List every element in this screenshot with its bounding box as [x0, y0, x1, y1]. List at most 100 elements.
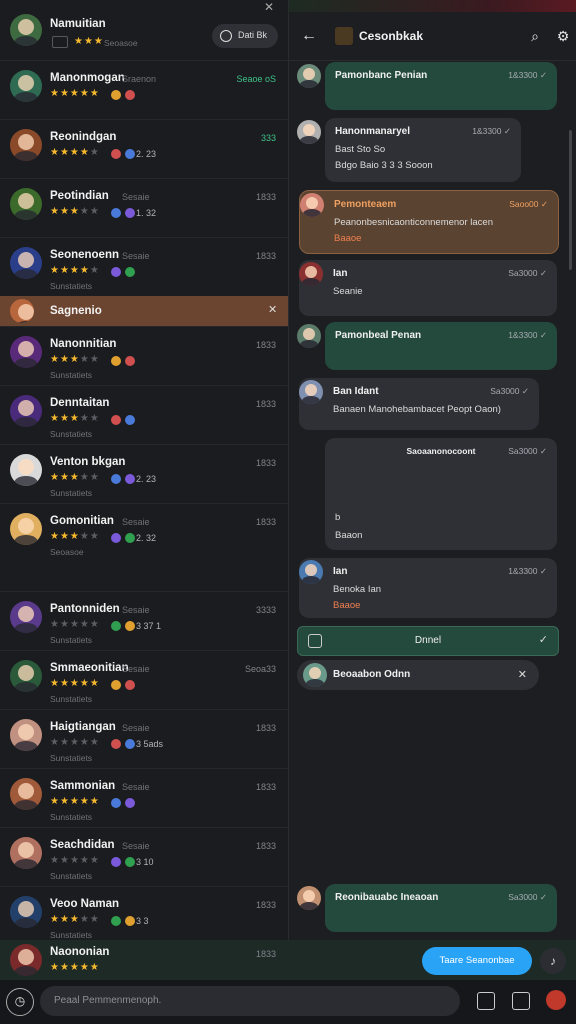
search-icon[interactable]: ⌕	[523, 24, 547, 48]
attach-icon[interactable]	[477, 992, 495, 1010]
avatar[interactable]	[297, 324, 321, 348]
avatar[interactable]	[10, 837, 42, 869]
avatar[interactable]	[299, 560, 323, 584]
emoji-icon	[125, 798, 135, 808]
contact-row[interactable]: Sagnenio ✕	[0, 296, 288, 327]
status-pill[interactable]: Dati Bk	[212, 24, 278, 48]
contact-row[interactable]: Seonenoenn Sesaie 1833 ★★★★★ Sunstatiets	[0, 237, 288, 297]
contact-meta: Sraenon	[122, 74, 157, 84]
message-bubble[interactable]: Ian 1&3300 ✓ Benoka Ian Baaoe	[299, 558, 557, 618]
contact-name: Pantonniden	[50, 603, 120, 615]
message-time: Sa3000 ✓	[490, 386, 529, 396]
message-input[interactable]: Peaal Pemmenmenoph.	[40, 986, 460, 1016]
avatar[interactable]	[10, 129, 42, 161]
message-time: Sa3000 ✓	[508, 268, 547, 278]
message-sender: Reonibauabc Ineaoan	[335, 892, 439, 903]
avatar[interactable]	[297, 64, 321, 88]
sticker-icon[interactable]	[546, 990, 566, 1010]
contact-score: 1. 32	[136, 208, 157, 218]
timer-icon[interactable]: ◷	[6, 988, 34, 1016]
avatar[interactable]	[299, 262, 323, 286]
chat-title[interactable]: Cesonbkak	[359, 29, 423, 43]
message-bubble[interactable]: Reonibauabc Ineaoan Sa3000 ✓	[297, 884, 557, 932]
current-contact-name: Naononian	[50, 946, 110, 958]
message-text: b	[335, 512, 341, 523]
contact-time: 333	[260, 133, 276, 143]
contact-row[interactable]: Venton bkgan 1833 ★★★★★ 2. 23 Sunstatiets	[0, 444, 288, 504]
message-text: Baaon	[335, 530, 363, 541]
contact-row[interactable]: Veoo Naman 1833 ★★★★★ 3 3 Sunstatiets	[0, 886, 288, 946]
avatar[interactable]	[303, 663, 327, 687]
avatar[interactable]	[10, 247, 42, 279]
contact-subtitle: Sunstatiets	[50, 429, 93, 439]
contact-row[interactable]: Sammonian Sesaie 1833 ★★★★★ Sunstatiets	[0, 768, 288, 828]
contact-row[interactable]: Denntaitan 1833 ★★★★★ Sunstatiets	[0, 385, 288, 445]
profile-name: Namuitian	[50, 18, 106, 30]
emoji-icon	[125, 356, 135, 366]
mic-icon[interactable]: ♪	[540, 948, 566, 974]
avatar[interactable]	[297, 886, 321, 910]
contact-row[interactable]: Smmaeonitian Sesaie Seoa33 ★★★★★ Sunstatiets	[0, 650, 288, 710]
message-text: Banaen Manohebambacet Peopt Oaon)	[333, 404, 501, 415]
avatar[interactable]	[10, 513, 42, 545]
emoji-icon	[111, 208, 121, 218]
contact-rating: ★★★★★	[50, 855, 100, 866]
avatar[interactable]	[10, 395, 42, 427]
contact-meta: Sesaie	[122, 517, 150, 527]
message-time: 1&3300 ✓	[472, 126, 511, 136]
contact-row[interactable]: Nanonnitian 1833 ★★★★★ Sunstatiets	[0, 326, 288, 386]
contact-row[interactable]: Gomonitian Sesaie 1833 ★★★★★ 2. 32 Seoasoe	[0, 503, 288, 592]
contact-rating: ★★★★★	[50, 619, 100, 630]
contact-row[interactable]: Manonmogan Sraenon Seaoe oS ★★★★★	[0, 60, 288, 120]
contact-name: Seonenoenn	[50, 249, 120, 261]
close-icon[interactable]: ✕	[268, 303, 277, 316]
message-bubble[interactable]: Pamonbeal Penan 1&3300 ✓	[297, 322, 557, 370]
avatar[interactable]	[10, 336, 42, 368]
contact-subtitle: Sunstatiets	[50, 753, 93, 763]
message-text: Baaoe	[334, 233, 362, 244]
avatar[interactable]	[297, 120, 321, 144]
avatar[interactable]	[10, 601, 42, 633]
contact-row[interactable]: Seachdidan Sesaie 1833 ★★★★★ 3 10 Sunstatiets	[0, 827, 288, 887]
avatar[interactable]	[10, 719, 42, 751]
check-icon[interactable]: ✓	[539, 633, 548, 646]
message-bubble[interactable]: Ban Idant Sa3000 ✓ Banaen Manohebambacet P…	[299, 378, 539, 430]
contact-rating: ★★★★★	[50, 472, 100, 483]
contact-meta: Sesaie	[122, 782, 150, 792]
action-button[interactable]: Taare Seanonbae	[422, 947, 532, 975]
avatar[interactable]	[10, 188, 42, 220]
close-icon[interactable]: ✕	[518, 668, 527, 681]
avatar[interactable]	[10, 660, 42, 692]
profile-rating: ★★★	[74, 36, 104, 47]
contact-row[interactable]: Reonindgan 333 ★★★★★ 2. 23	[0, 119, 288, 179]
message-bubble[interactable]: Ian Sa3000 ✓ Seanie	[299, 260, 557, 316]
back-arrow-icon[interactable]: ←	[297, 24, 321, 48]
emoji-icon	[125, 533, 135, 543]
avatar[interactable]	[10, 778, 42, 810]
image-icon[interactable]	[512, 992, 530, 1010]
scrollbar[interactable]	[569, 130, 572, 270]
message-bubble[interactable]: Beoaabon Odnn ✕	[297, 660, 539, 690]
message-sender: Ban Idant	[333, 386, 379, 397]
message-bubble[interactable]: Pamonbanc Penian 1&3300 ✓	[297, 62, 557, 110]
message-bubble[interactable]: Hanonmanaryel 1&3300 ✓ Bast Sto So Bdgo Bai…	[297, 118, 521, 182]
avatar[interactable]	[299, 380, 323, 404]
chat-header: ← Cesonbkak ⌕ ⚙	[289, 12, 576, 61]
avatar[interactable]	[10, 70, 42, 102]
avatar[interactable]	[10, 14, 42, 46]
reply-bar[interactable]: Dnnel ✓	[297, 626, 559, 656]
avatar[interactable]	[10, 454, 42, 486]
settings-icon[interactable]: ⚙	[551, 24, 575, 48]
avatar[interactable]	[10, 299, 34, 323]
avatar[interactable]	[300, 193, 324, 217]
contact-row[interactable]: Pantonniden Sesaie 3333 ★★★★★ 3 37 1 Sunstati…	[0, 591, 288, 651]
contact-time: 1833	[255, 900, 276, 910]
message-bubble[interactable]: Saoaanonocoont Sa3000 ✓ b Baaon	[325, 438, 557, 550]
avatar[interactable]	[10, 896, 42, 928]
contact-row[interactable]: Haigtiangan Sesaie 1833 ★★★★★ 3 5ads Sunstati…	[0, 709, 288, 769]
contact-row[interactable]: Peotindian Sesaie 1833 ★★★★★ 1. 32	[0, 178, 288, 238]
avatar[interactable]	[10, 944, 42, 976]
message-bubble[interactable]: Pemonteaem Saoo00 ✓ Peanonbesnicaonticonne…	[299, 190, 559, 254]
contact-subtitle: Sunstatiets	[50, 871, 93, 881]
pin-icon[interactable]: ✕	[264, 0, 274, 14]
